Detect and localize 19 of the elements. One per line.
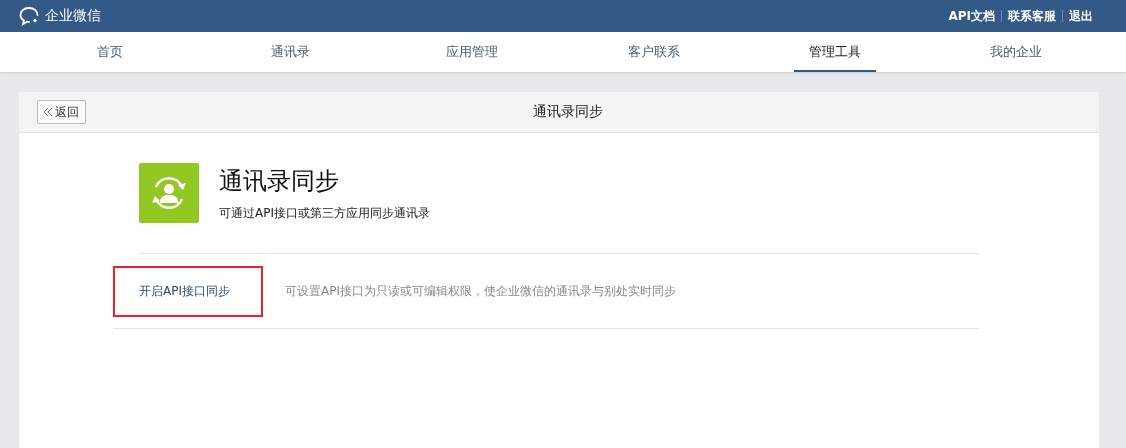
header-link[interactable]: 联系客服 <box>1002 7 1062 25</box>
header-link[interactable]: 退出 <box>1063 7 1099 25</box>
app-title: 通讯录同步 <box>219 166 340 197</box>
chat-bubble-icon <box>19 6 41 26</box>
brand-name: 企业微信 <box>45 7 101 25</box>
double-chevron-icon <box>43 107 53 117</box>
nav-tab[interactable]: 首页 <box>81 32 138 72</box>
nav-tab[interactable]: 管理工具 <box>793 32 876 72</box>
back-button[interactable]: 返回 <box>37 100 86 124</box>
sync-contacts-icon <box>139 163 199 223</box>
nav-tab[interactable]: 我的企业 <box>975 32 1058 72</box>
header-link[interactable]: API文档 <box>942 7 1001 25</box>
enable-sync-link[interactable]: 开启API接口同步 <box>139 282 230 300</box>
nav-tab[interactable]: 通讯录 <box>256 32 326 72</box>
option-description: 可设置API接口为只读或可编辑权限，使企业微信的通讯录与别处实时同步 <box>285 282 676 300</box>
page-title: 通讯录同步 <box>533 103 603 121</box>
nav-tab[interactable]: 客户联系 <box>612 32 695 72</box>
nav-tab[interactable]: 应用管理 <box>431 32 514 72</box>
app-description: 可通过API接口或第三方应用同步通讯录 <box>219 205 430 222</box>
